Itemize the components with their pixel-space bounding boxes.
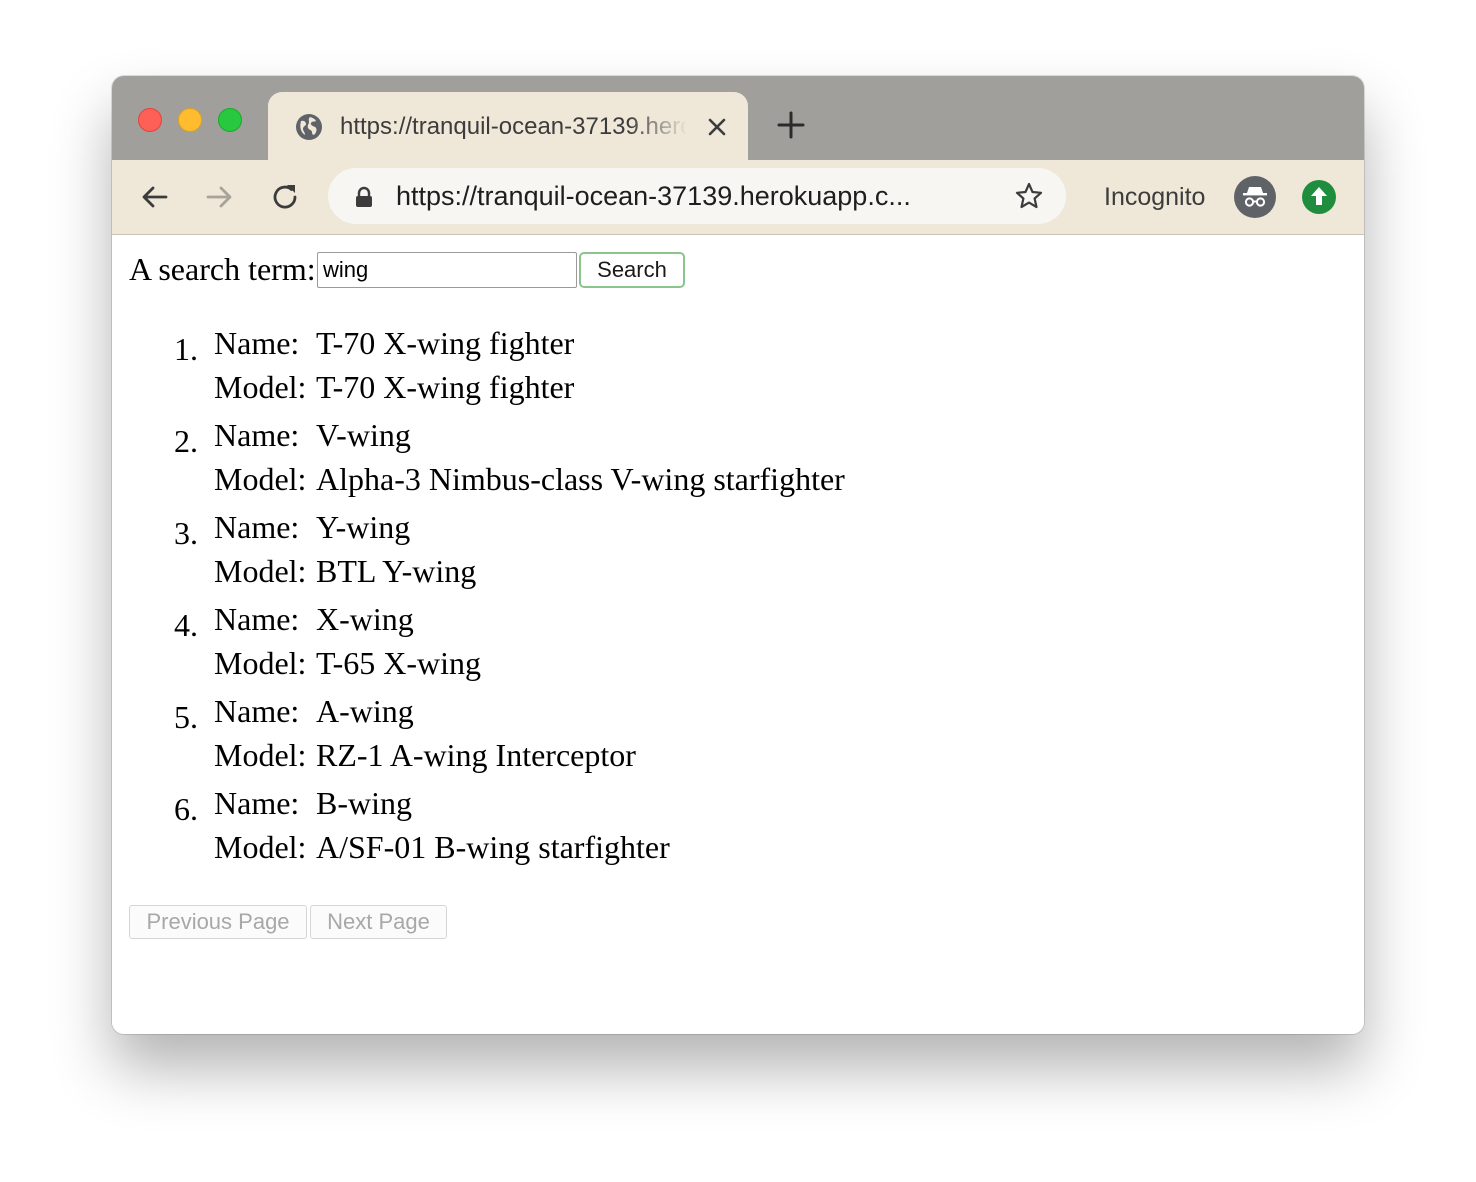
name-key-label: Name: (214, 509, 300, 545)
lock-icon (356, 186, 372, 207)
new-tab-button[interactable] (776, 110, 806, 140)
model-key-label: Model: (214, 645, 307, 681)
tab-title-fade (628, 110, 688, 144)
search-button[interactable]: Search (579, 252, 685, 288)
list-item: 6. Name: B-wing Model: A/SF-01 B-wing starfi… (112, 783, 1112, 875)
result-name-line: Name: T-70 X-wing fighter (214, 323, 574, 363)
update-arrow-icon[interactable] (1302, 180, 1336, 214)
incognito-label[interactable]: Incognito (1104, 180, 1205, 214)
result-name-line: Name: B-wing (214, 783, 412, 823)
result-model-value: T-65 X-wing (316, 645, 482, 681)
result-name-value: X-wing (316, 601, 414, 637)
model-key-label: Model: (214, 553, 307, 589)
result-name-value: A-wing (316, 693, 414, 729)
result-name-line: Name: Y-wing (214, 507, 410, 547)
result-model-line: Model: A/SF-01 B-wing starfighter (214, 827, 670, 867)
result-model-line: Model: Alpha-3 Nimbus-class V-wing starfi… (214, 459, 845, 499)
search-label: A search term: (129, 251, 316, 287)
name-key-label: Name: (214, 785, 300, 821)
result-model-value: T-70 X-wing fighter (316, 369, 575, 405)
zoom-window-button[interactable] (218, 108, 242, 132)
list-item-number: 5. (174, 699, 198, 735)
name-key-label: Name: (214, 417, 300, 453)
search-input[interactable] (317, 252, 577, 288)
browser-toolbar: https://tranquil-ocean-37139.herokuapp.c… (112, 160, 1364, 235)
browser-tab[interactable]: https://tranquil-ocean-37139.herokuapp.c… (268, 92, 748, 162)
result-model-value: RZ-1 A-wing Interceptor (316, 737, 636, 773)
globe-icon (296, 114, 322, 140)
result-model-line: Model: RZ-1 A-wing Interceptor (214, 735, 636, 775)
list-item-number: 1. (174, 331, 198, 367)
list-item: 2. Name: V-wing Model: Alpha-3 Nimbus-class … (112, 415, 1112, 507)
result-model-line: Model: BTL Y-wing (214, 551, 476, 591)
minimize-window-button[interactable] (178, 108, 202, 132)
model-key-label: Model: (214, 737, 307, 773)
result-name-line: Name: A-wing (214, 691, 414, 731)
result-name-value: V-wing (316, 417, 411, 453)
incognito-icon[interactable] (1234, 176, 1276, 218)
list-item: 1. Name: T-70 X-wing fighter Model: T-70 X-w… (112, 323, 1112, 415)
name-key-label: Name: (214, 693, 300, 729)
result-model-value: Alpha-3 Nimbus-class V-wing starfighter (316, 461, 845, 497)
results-list: 1. Name: T-70 X-wing fighter Model: T-70 X-w… (112, 323, 1112, 875)
list-item: 3. Name: Y-wing Model: BTL Y-wing (112, 507, 1112, 599)
list-item-number: 6. (174, 791, 198, 827)
list-item-number: 4. (174, 607, 198, 643)
result-model-line: Model: T-65 X-wing (214, 643, 481, 683)
title-bar: https://tranquil-ocean-37139.herokuapp.c… (112, 76, 1364, 162)
name-key-label: Name: (214, 601, 300, 637)
result-name-line: Name: V-wing (214, 415, 411, 455)
next-page-button[interactable]: Next Page (310, 905, 447, 939)
result-name-value: B-wing (316, 785, 412, 821)
list-item: 5. Name: A-wing Model: RZ-1 A-wing Intercept… (112, 691, 1112, 783)
page-content: A search term: Search 1. Name: T-70 X-wing… (112, 235, 1364, 1034)
name-key-label: Name: (214, 325, 300, 361)
result-name-value: Y-wing (316, 509, 411, 545)
model-key-label: Model: (214, 461, 307, 497)
model-key-label: Model: (214, 369, 307, 405)
browser-window: https://tranquil-ocean-37139.herokuapp.c… (112, 76, 1364, 1034)
previous-page-button[interactable]: Previous Page (129, 905, 307, 939)
result-model-value: BTL Y-wing (316, 553, 477, 589)
close-icon[interactable] (704, 114, 730, 140)
list-item: 4. Name: X-wing Model: T-65 X-wing (112, 599, 1112, 691)
result-name-line: Name: X-wing (214, 599, 414, 639)
url-text: https://tranquil-ocean-37139.herokuapp.c… (396, 181, 911, 211)
reload-icon[interactable] (268, 180, 302, 214)
back-arrow-icon[interactable] (138, 180, 172, 214)
list-item-number: 3. (174, 515, 198, 551)
result-name-value: T-70 X-wing fighter (316, 325, 575, 361)
star-icon[interactable] (1014, 181, 1044, 211)
result-model-value: A/SF-01 B-wing starfighter (316, 829, 670, 865)
model-key-label: Model: (214, 829, 307, 865)
close-window-button[interactable] (138, 108, 162, 132)
forward-arrow-icon[interactable] (202, 180, 236, 214)
list-item-number: 2. (174, 423, 198, 459)
result-model-line: Model: T-70 X-wing fighter (214, 367, 574, 407)
address-bar[interactable]: https://tranquil-ocean-37139.herokuapp.c… (328, 168, 1066, 224)
